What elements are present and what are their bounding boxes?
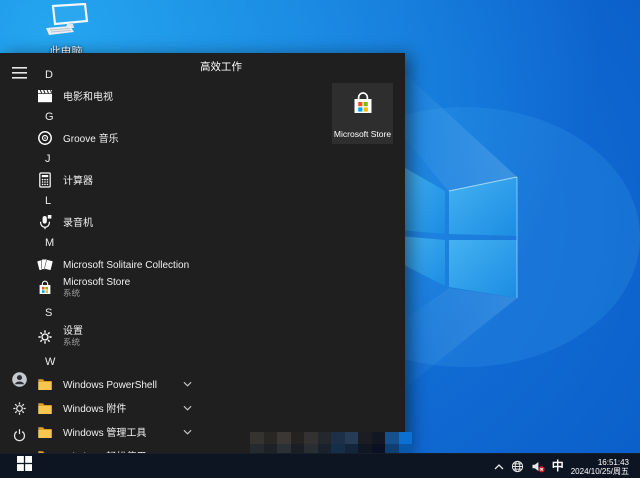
solitaire-icon xyxy=(37,256,53,272)
chevron-down-icon xyxy=(183,429,192,435)
hamburger-menu-icon xyxy=(11,66,27,84)
tile-microsoft-store[interactable]: Microsoft Store xyxy=(332,83,393,144)
app-item-movies-tv[interactable]: 电影和电视 xyxy=(36,85,205,106)
app-item-label: 电影和电视 xyxy=(63,91,113,103)
menu-expand-button[interactable] xyxy=(10,66,28,84)
tile-group-title[interactable]: 高效工作 xyxy=(200,59,400,74)
app-item-label: Microsoft Solitaire Collection xyxy=(63,259,190,271)
store-icon xyxy=(37,280,53,296)
section-j[interactable]: J xyxy=(36,148,205,169)
settings-icon xyxy=(37,329,53,345)
this-pc-icon xyxy=(43,2,89,41)
hidden-icons-chevron-icon[interactable] xyxy=(494,463,504,470)
folder-icon xyxy=(37,400,53,416)
app-item-microsoft-store[interactable]: Microsoft Store 系统 xyxy=(36,274,205,302)
app-item-voice-recorder[interactable]: 录音机 xyxy=(36,211,205,232)
app-item-sublabel: 系统 xyxy=(63,288,81,298)
section-letter: G xyxy=(45,110,54,123)
power-icon xyxy=(12,428,27,448)
section-letter: S xyxy=(45,306,53,319)
tile-area: 高效工作 Microsoft Store xyxy=(200,59,400,144)
start-menu-app-list: D 电影和电视 G Groove 音乐 J 计算器 L 录音机 M Microsoft Solit… xyxy=(36,53,205,453)
rail-settings-button[interactable] xyxy=(10,402,28,420)
taskbar-clock[interactable]: 16:51:43 2024/10/25/周五 xyxy=(571,458,629,476)
screen: 此电脑 D 电影和电视 G Groove 音乐 J 计算器 L 录音机 M Mi… xyxy=(0,0,640,478)
section-w[interactable]: W xyxy=(36,351,205,372)
volume-muted-icon[interactable] xyxy=(531,460,545,473)
app-item-label: 录音机 xyxy=(63,217,93,229)
network-globe-icon[interactable] xyxy=(511,460,524,473)
app-item-label: 计算器 xyxy=(63,175,93,187)
ime-indicator[interactable]: 中 xyxy=(552,454,564,478)
section-d[interactable]: D xyxy=(36,64,205,85)
app-item-windows-admin-tools[interactable]: Windows 管理工具 xyxy=(36,420,205,444)
tile-label: Microsoft Store xyxy=(333,128,392,139)
clock-time: 16:51:43 xyxy=(597,457,629,467)
system-tray: 中 16:51:43 2024/10/25/周五 xyxy=(494,454,629,478)
app-item-windows-accessories[interactable]: Windows 附件 xyxy=(36,396,205,420)
app-item-windows-powershell[interactable]: Windows PowerShell xyxy=(36,372,205,396)
section-letter: J xyxy=(45,152,51,165)
user-account-button[interactable] xyxy=(10,371,28,393)
desktop-icon-this-pc[interactable]: 此电脑 xyxy=(36,2,96,59)
start-button[interactable] xyxy=(0,454,48,478)
app-item-label: Windows 管理工具 xyxy=(63,428,147,439)
section-letter: L xyxy=(45,194,52,207)
store-icon xyxy=(350,89,376,122)
app-item-label: 设置 xyxy=(63,326,83,337)
app-item-groove-music[interactable]: Groove 音乐 xyxy=(36,127,205,148)
chevron-down-icon xyxy=(183,405,192,411)
windows-logo-icon xyxy=(16,456,32,476)
groove-music-icon xyxy=(37,130,53,146)
user-icon xyxy=(11,371,28,393)
start-menu: D 电影和电视 G Groove 音乐 J 计算器 L 录音机 M Microsoft Solit… xyxy=(0,53,405,453)
app-item-label: Windows PowerShell xyxy=(63,380,157,391)
power-button[interactable] xyxy=(10,429,28,447)
section-letter: W xyxy=(45,355,56,368)
section-s[interactable]: S xyxy=(36,302,205,323)
section-m[interactable]: M xyxy=(36,232,205,253)
folder-icon xyxy=(37,424,53,440)
app-item-sublabel: 系统 xyxy=(63,337,81,347)
app-item-label: Windows 附件 xyxy=(63,404,127,415)
app-item-label: Groove 音乐 xyxy=(63,133,119,145)
blurred-watermark xyxy=(250,432,412,453)
app-item-calculator[interactable]: 计算器 xyxy=(36,169,205,190)
app-item-solitaire-collection[interactable]: Microsoft Solitaire Collection xyxy=(36,253,205,274)
app-item-windows-ease-of-access[interactable]: Windows 轻松使用 xyxy=(36,444,205,453)
folder-icon xyxy=(37,376,53,392)
gear-icon xyxy=(12,401,27,421)
section-g[interactable]: G xyxy=(36,106,205,127)
voice-recorder-icon xyxy=(37,214,53,230)
section-letter: D xyxy=(45,68,53,81)
start-menu-rail xyxy=(0,53,36,453)
taskbar: 中 16:51:43 2024/10/25/周五 xyxy=(0,453,640,478)
chevron-down-icon xyxy=(183,381,192,387)
movies-tv-icon xyxy=(37,88,53,104)
clock-date: 2024/10/25/周五 xyxy=(570,466,629,476)
section-l[interactable]: L xyxy=(36,190,205,211)
section-letter: M xyxy=(45,236,55,249)
calculator-icon xyxy=(37,171,53,188)
app-item-settings[interactable]: 设置 系统 xyxy=(36,323,205,351)
app-item-label: Microsoft Store xyxy=(63,277,131,288)
